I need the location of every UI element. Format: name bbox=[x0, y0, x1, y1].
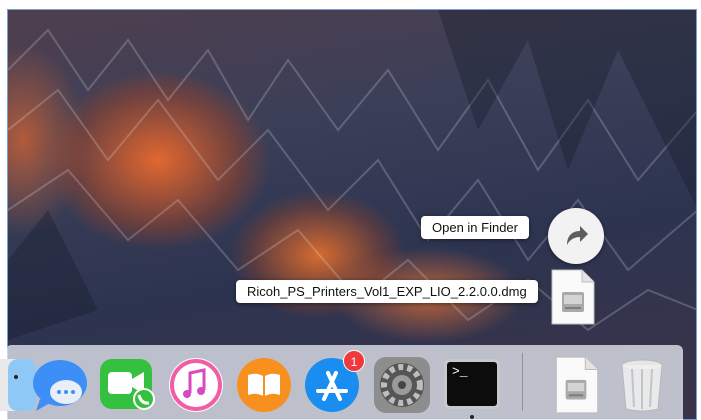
dock-item-ibooks[interactable] bbox=[234, 355, 294, 415]
downloaded-dmg-file[interactable] bbox=[550, 268, 596, 331]
open-in-finder-button[interactable] bbox=[548, 208, 604, 264]
file-name-tooltip: Ricoh_PS_Printers_Vol1_EXP_LIO_2.2.0.0.d… bbox=[236, 280, 538, 303]
dock-item-messages[interactable] bbox=[30, 355, 90, 415]
dmg-file-icon bbox=[555, 356, 599, 414]
terminal-prompt: >_ bbox=[452, 364, 468, 379]
trash-icon bbox=[621, 359, 663, 412]
dock-separator bbox=[522, 353, 523, 411]
dock-item-downloads[interactable] bbox=[546, 355, 606, 415]
ibooks-icon bbox=[237, 358, 291, 412]
system-preferences-icon bbox=[374, 357, 430, 413]
dock-item-facetime[interactable] bbox=[98, 355, 158, 415]
facetime-icon bbox=[100, 359, 155, 410]
dmg-file-icon bbox=[551, 269, 595, 325]
itunes-icon bbox=[169, 358, 223, 412]
messages-icon bbox=[33, 360, 87, 411]
dock-item-system-preferences[interactable] bbox=[372, 355, 432, 415]
open-in-finder-tooltip: Open in Finder bbox=[421, 216, 529, 239]
terminal-running-indicator bbox=[470, 415, 474, 419]
app-store-badge: 1 bbox=[343, 350, 365, 372]
terminal-icon bbox=[444, 359, 500, 409]
curved-arrow-icon bbox=[567, 226, 588, 245]
dock-item-itunes[interactable] bbox=[166, 355, 226, 415]
dock-item-terminal[interactable]: >_ bbox=[442, 355, 502, 415]
dock-item-trash[interactable] bbox=[612, 355, 672, 415]
